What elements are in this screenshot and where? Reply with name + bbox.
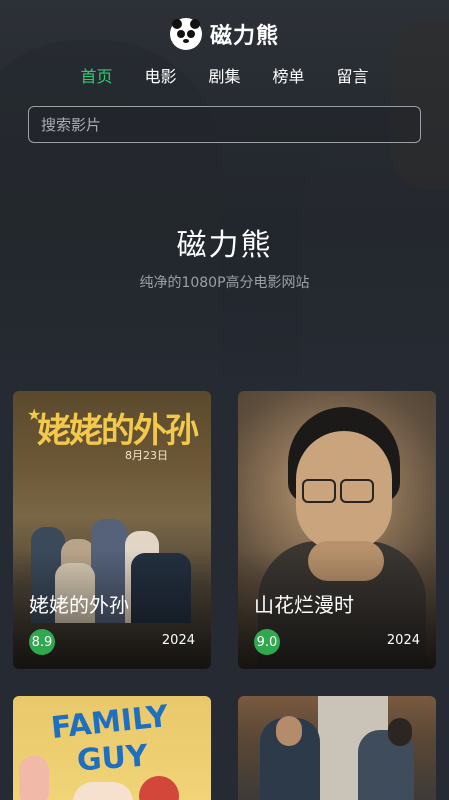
main-nav: 首页 电影 剧集 榜单 留言 bbox=[0, 64, 449, 90]
rating-badge: 9.0 bbox=[254, 629, 280, 655]
poster-title-text: FAMILY bbox=[49, 698, 170, 747]
nav-item-movies[interactable]: 电影 bbox=[129, 64, 193, 90]
movie-card[interactable]: 山花烂漫时 9.0 2024 bbox=[238, 391, 436, 669]
movie-title[interactable]: 姥姥的外孙 bbox=[29, 589, 129, 618]
movie-year: 2024 bbox=[161, 633, 195, 648]
movie-card[interactable]: ★ 姥姥的外孙 8月23日 姥姥的外孙 8.9 2024 bbox=[13, 391, 211, 669]
movie-poster: FAMILY GUY bbox=[13, 696, 211, 800]
movie-title[interactable]: 山花烂漫时 bbox=[254, 589, 354, 618]
nav-item-messages[interactable]: 留言 bbox=[321, 64, 385, 90]
brand-name[interactable]: 磁力熊 bbox=[210, 18, 279, 50]
hero-background bbox=[0, 0, 449, 390]
nav-item-home[interactable]: 首页 bbox=[65, 64, 129, 90]
rating-badge: 8.9 bbox=[29, 629, 55, 655]
poster-title-text: 姥姥的外孙 bbox=[37, 411, 199, 451]
movie-card[interactable] bbox=[238, 696, 436, 800]
hero-title: 磁力熊 bbox=[176, 228, 273, 263]
app-header: 磁力熊 bbox=[0, 14, 449, 54]
hero-subtitle: 纯净的1080P高分电影网站 bbox=[139, 275, 310, 291]
poster-date-text: 8月23日 bbox=[125, 449, 168, 462]
movie-poster bbox=[238, 696, 436, 800]
nav-item-series[interactable]: 剧集 bbox=[193, 64, 257, 90]
movie-card[interactable]: FAMILY GUY bbox=[13, 696, 211, 800]
search-input[interactable] bbox=[29, 107, 420, 142]
search-box bbox=[28, 106, 421, 143]
movie-year: 2024 bbox=[386, 633, 420, 648]
poster-title-text: GUY bbox=[75, 738, 149, 779]
nav-item-rankings[interactable]: 榜单 bbox=[257, 64, 321, 90]
panda-logo-icon[interactable] bbox=[169, 18, 202, 50]
